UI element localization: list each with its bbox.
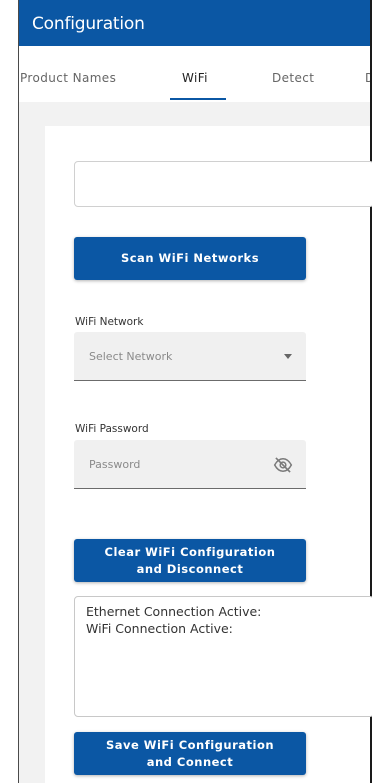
chevron-down-icon (284, 354, 292, 359)
wifi-status: WiFi Connection Active: (86, 621, 233, 636)
tab-detect[interactable]: Detect (272, 71, 314, 85)
tab-bar: Product Names WiFi Detect D (19, 46, 370, 102)
clear-wifi-button[interactable]: Clear WiFi Configuration and Disconnect (74, 539, 306, 582)
tab-wifi[interactable]: WiFi (182, 71, 208, 85)
scan-wifi-button[interactable]: Scan WiFi Networks (74, 237, 306, 280)
tab-product-names[interactable]: Product Names (20, 71, 116, 85)
app-title: Configuration (32, 14, 145, 34)
wifi-network-select[interactable]: Select Network (74, 332, 306, 381)
wifi-network-placeholder: Select Network (89, 350, 173, 363)
wifi-network-label: WiFi Network (75, 316, 144, 328)
save-wifi-button[interactable]: Save WiFi Configuration and Connect (74, 732, 306, 775)
wifi-ssid-input[interactable] (74, 161, 372, 207)
active-tab-indicator (170, 98, 226, 100)
wifi-password-label: WiFi Password (75, 423, 149, 435)
connection-status-box: Ethernet Connection Active: WiFi Connect… (74, 596, 372, 717)
wifi-password-placeholder: Password (89, 458, 141, 471)
visibility-off-icon[interactable] (273, 455, 293, 475)
ethernet-status: Ethernet Connection Active: (86, 604, 262, 619)
tab-d[interactable]: D (365, 71, 370, 85)
wifi-password-field[interactable]: Password (74, 440, 306, 489)
app-frame: Configuration Product Names WiFi Detect … (0, 0, 372, 783)
app-bar: Configuration (19, 0, 370, 46)
